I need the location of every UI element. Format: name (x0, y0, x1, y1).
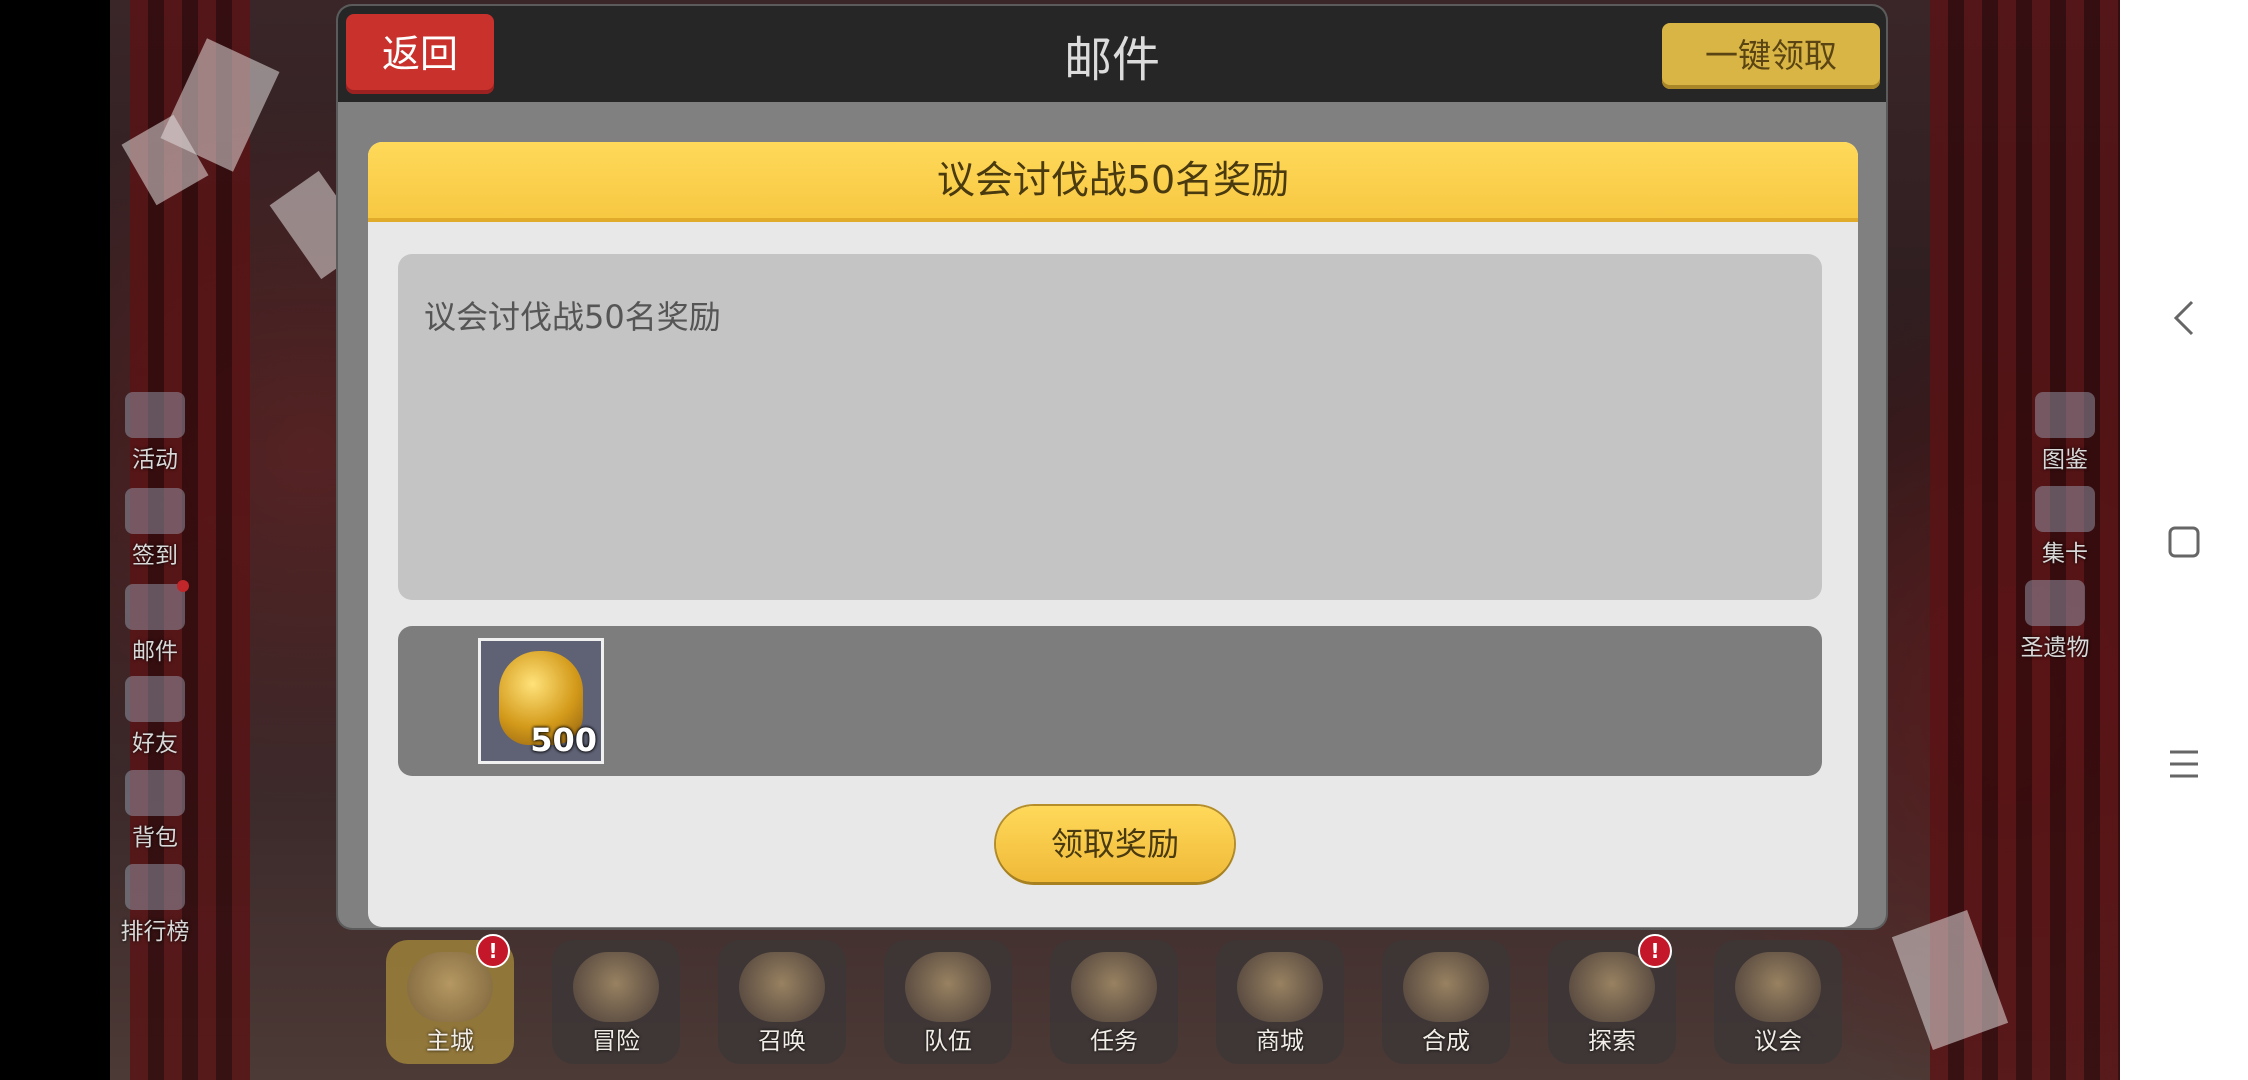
side-button-label: 排行榜 (120, 919, 190, 945)
reward-list: 500 (398, 626, 1822, 776)
mushroom-icon (1237, 952, 1323, 1022)
claim-all-button[interactable]: 一键领取 (1662, 23, 1880, 89)
side-button-cards[interactable]: 集卡 (2020, 486, 2110, 568)
nav-adventure[interactable]: 冒险 (552, 940, 680, 1064)
side-button-label: 邮件 (132, 639, 178, 665)
nav-label: 合成 (1422, 1027, 1470, 1055)
mail-dialog: 返回 邮件 一键领取 议会讨伐战50名奖励 议会讨伐战50名奖励 500 领取奖… (338, 6, 1886, 928)
calendar-icon (125, 488, 185, 534)
mail-body: 议会讨伐战50名奖励 (398, 254, 1822, 600)
side-button-leaderboard[interactable]: 排行榜 (110, 864, 200, 946)
chevron-left-icon[interactable] (2164, 296, 2204, 344)
notification-dot (177, 580, 189, 592)
nav-label: 商城 (1256, 1027, 1304, 1055)
alert-badge: ! (1638, 934, 1672, 968)
book-icon (2035, 392, 2095, 438)
hamburger-icon[interactable] (2164, 744, 2204, 788)
nav-label: 队伍 (924, 1027, 972, 1055)
nav-label: 议会 (1754, 1027, 1802, 1055)
side-button-label: 背包 (132, 825, 178, 851)
side-button-relics[interactable]: 圣遗物 (2000, 580, 2110, 662)
square-icon[interactable] (2164, 522, 2204, 566)
scroll-icon (1071, 952, 1157, 1022)
reward-quantity: 500 (530, 721, 597, 759)
nav-label: 探索 (1588, 1027, 1636, 1055)
nav-shop[interactable]: 商城 (1216, 940, 1344, 1064)
reward-item[interactable]: 500 (478, 638, 604, 764)
nav-craft[interactable]: 合成 (1382, 940, 1510, 1064)
crossed-axes-icon (573, 952, 659, 1022)
system-nav-bar (2120, 0, 2248, 1080)
envelope-icon (125, 580, 189, 630)
friends-icon (125, 676, 185, 722)
side-button-label: 圣遗物 (2020, 635, 2090, 661)
side-button-mail[interactable]: 邮件 (110, 580, 200, 666)
nav-summon[interactable]: 召唤 (718, 940, 846, 1064)
winged-helmet-icon (905, 952, 991, 1022)
side-button-activity[interactable]: 活动 (110, 392, 200, 474)
nav-main-city[interactable]: 主城 ! (386, 934, 514, 1064)
side-button-label: 集卡 (2042, 541, 2088, 567)
nav-tasks[interactable]: 任务 (1050, 940, 1178, 1064)
relic-icon (2025, 580, 2085, 626)
nav-label: 召唤 (758, 1027, 806, 1055)
side-button-codex[interactable]: 图鉴 (2020, 392, 2110, 474)
potion-icon (1403, 952, 1489, 1022)
backpack-icon (125, 770, 185, 816)
dialog-header: 返回 邮件 一键领取 (338, 6, 1886, 102)
bar-chart-icon (125, 864, 185, 910)
card-icon (2035, 486, 2095, 532)
megaphone-icon (125, 392, 185, 438)
side-button-backpack[interactable]: 背包 (110, 770, 200, 852)
mail-title: 议会讨伐战50名奖励 (368, 142, 1858, 222)
claim-reward-button[interactable]: 领取奖励 (996, 806, 1234, 882)
side-button-friends[interactable]: 好友 (110, 676, 200, 758)
dialog-title: 邮件 (1063, 32, 1160, 88)
nav-team[interactable]: 队伍 (884, 940, 1012, 1064)
nav-council[interactable]: 议会 (1714, 940, 1842, 1064)
mail-body-text: 议会讨伐战50名奖励 (424, 298, 721, 336)
alert-badge: ! (476, 934, 510, 968)
side-button-signin[interactable]: 签到 (110, 488, 200, 570)
nav-label: 主城 (426, 1027, 474, 1055)
mail-card: 议会讨伐战50名奖励 议会讨伐战50名奖励 500 领取奖励 (368, 142, 1858, 927)
nav-explore[interactable]: 探索 ! (1548, 934, 1676, 1064)
summon-card-icon (739, 952, 825, 1022)
council-crest-icon (1735, 952, 1821, 1022)
side-button-label: 签到 (132, 543, 178, 569)
nav-label: 任务 (1090, 1027, 1138, 1055)
side-button-label: 好友 (132, 731, 178, 757)
nav-label: 冒险 (592, 1027, 640, 1055)
side-button-label: 图鉴 (2042, 447, 2088, 473)
side-button-label: 活动 (132, 447, 178, 473)
